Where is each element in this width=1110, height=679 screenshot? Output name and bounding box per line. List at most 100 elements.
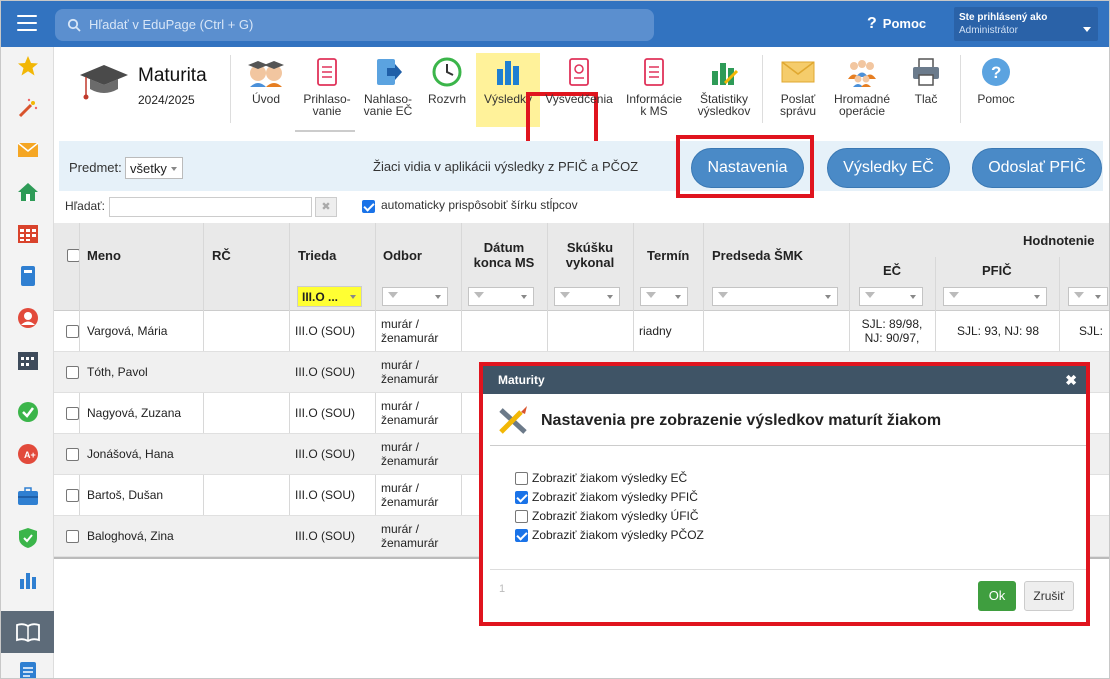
toolbar-label: Hromadné operácie bbox=[833, 92, 891, 118]
toolbar-label: Úvod bbox=[251, 92, 280, 106]
col-rc[interactable]: RČ bbox=[212, 248, 231, 263]
table-row[interactable]: Vargová, Mária III.O (SOU) murár / ženam… bbox=[54, 311, 1109, 352]
col-pfic[interactable]: PFIČ bbox=[982, 263, 1012, 278]
group-icon bbox=[848, 60, 876, 87]
ok-button[interactable]: Ok bbox=[978, 581, 1016, 611]
cell-meno: Bartoš, Dušan bbox=[87, 488, 164, 502]
row-checkbox[interactable] bbox=[66, 489, 79, 502]
module-title: Maturita bbox=[138, 65, 207, 86]
toolbar-statistiky[interactable]: Štatistiky výsledkov bbox=[692, 53, 756, 127]
cancel-button[interactable]: Zrušiť bbox=[1024, 581, 1074, 611]
option-checkbox[interactable] bbox=[515, 472, 528, 485]
magic-wand-icon[interactable] bbox=[17, 97, 39, 119]
toolbar-poslat-spravu[interactable]: Poslať správu bbox=[768, 53, 828, 127]
toolbar-label: Poslať správu bbox=[779, 92, 817, 118]
chevron-down-icon bbox=[1083, 27, 1091, 32]
col-predseda[interactable]: Predseda ŠMK bbox=[712, 248, 803, 263]
timetable-icon[interactable] bbox=[17, 223, 39, 245]
shield-icon[interactable] bbox=[17, 527, 39, 549]
col-trieda[interactable]: Trieda bbox=[298, 248, 336, 263]
odbor-filter[interactable] bbox=[382, 287, 448, 306]
predseda-filter[interactable] bbox=[712, 287, 838, 306]
toolbar-rozvrh[interactable]: Rozvrh bbox=[420, 53, 474, 127]
option-label: Zobraziť žiakom výsledky PČOZ bbox=[532, 528, 704, 542]
toolbar-divider bbox=[230, 55, 231, 123]
cell-ec: SJL: 89/98, NJ: 90/97, bbox=[861, 317, 923, 345]
results-ec-button[interactable]: Výsledky EČ bbox=[827, 148, 950, 188]
col-group-hodnotenie: Hodnotenie bbox=[1023, 233, 1095, 248]
cell-odbor: murár / ženamurár bbox=[381, 317, 439, 345]
ec-filter[interactable] bbox=[859, 287, 923, 306]
dialog-page-number: 1 bbox=[499, 583, 506, 595]
close-icon[interactable]: ✖ bbox=[1065, 372, 1077, 389]
briefcase-icon[interactable] bbox=[17, 485, 39, 507]
col-meno[interactable]: Meno bbox=[87, 248, 121, 263]
col-ec[interactable]: EČ bbox=[883, 263, 901, 278]
sidebar-item-maturita[interactable] bbox=[1, 611, 54, 653]
calendar-icon[interactable] bbox=[17, 349, 39, 371]
option-checkbox[interactable] bbox=[515, 529, 528, 542]
dialog-title: Nastavenia pre zobrazenie výsledkov matu… bbox=[541, 412, 942, 429]
table-search-input[interactable] bbox=[109, 197, 312, 217]
global-search-input[interactable]: Hľadať v EduPage (Ctrl + G) bbox=[55, 9, 654, 41]
option-checkbox[interactable] bbox=[515, 491, 528, 504]
toolbar-prihlasovanie[interactable]: Prihlaso- vanie bbox=[296, 53, 358, 127]
top-bar: Hľadať v EduPage (Ctrl + G) ? Pomoc Ste p… bbox=[1, 1, 1109, 47]
cell-trieda: III.O (SOU) bbox=[295, 447, 355, 461]
book-icon[interactable] bbox=[17, 265, 39, 287]
help-label: Pomoc bbox=[882, 16, 927, 31]
clear-search-button[interactable]: ✖ bbox=[315, 197, 337, 217]
document-icon[interactable] bbox=[17, 661, 39, 679]
datum-filter[interactable] bbox=[468, 287, 534, 306]
dialog-header: Maturity ✖ bbox=[483, 366, 1086, 394]
home-icon[interactable] bbox=[17, 181, 39, 203]
option-label: Zobraziť žiakom výsledky EČ bbox=[532, 471, 688, 485]
checkmark-circle-icon[interactable] bbox=[17, 401, 39, 423]
cell-trieda: III.O (SOU) bbox=[295, 488, 355, 502]
termin-filter[interactable] bbox=[640, 287, 688, 306]
col-skusku-vykonal[interactable]: Skúšku vykonal bbox=[547, 240, 633, 270]
auto-width-checkbox[interactable] bbox=[362, 200, 375, 213]
pfic-filter[interactable] bbox=[943, 287, 1047, 306]
cell-termin: riadny bbox=[639, 324, 672, 338]
send-pfic-button[interactable]: Odoslať PFIČ bbox=[972, 148, 1102, 188]
cell-odbor: murár / ženamurár bbox=[381, 522, 439, 550]
row-checkbox[interactable] bbox=[66, 366, 79, 379]
star-icon[interactable] bbox=[17, 55, 39, 77]
row-checkbox[interactable] bbox=[66, 448, 79, 461]
row-checkbox[interactable] bbox=[66, 325, 79, 338]
subject-select[interactable]: všetky bbox=[125, 157, 183, 179]
col-datum-konca[interactable]: Dátum konca MS bbox=[461, 240, 547, 270]
help-link[interactable]: ? Pomoc bbox=[867, 15, 926, 33]
col-odbor[interactable]: Odbor bbox=[383, 248, 422, 263]
col-termin[interactable]: Termín bbox=[647, 248, 689, 263]
printer-icon bbox=[913, 58, 939, 86]
option-label: Zobraziť žiakom výsledky ÚFIČ bbox=[532, 509, 699, 523]
mail-icon[interactable] bbox=[17, 139, 39, 161]
toolbar-divider bbox=[762, 55, 763, 123]
grades-icon[interactable]: A+ bbox=[17, 443, 39, 465]
user-menu[interactable]: Ste prihlásený ako Administrátor bbox=[954, 7, 1098, 41]
toolbar-pomoc[interactable]: ? Pomoc bbox=[968, 53, 1024, 127]
trieda-filter[interactable]: III.O ... bbox=[297, 286, 362, 307]
toolbar-nahlasovanie-ec[interactable]: Nahlaso- vanie EČ bbox=[360, 53, 416, 127]
row-checkbox[interactable] bbox=[66, 530, 79, 543]
toolbar-uvod[interactable]: Úvod bbox=[239, 53, 293, 127]
row-checkbox[interactable] bbox=[66, 407, 79, 420]
option-checkbox[interactable] bbox=[515, 510, 528, 523]
help-circle-icon: ? bbox=[982, 58, 1010, 86]
skusku-filter[interactable] bbox=[554, 287, 620, 306]
menu-icon[interactable] bbox=[17, 15, 37, 31]
visibility-info: Žiaci vidia v aplikácii výsledky z PFIČ … bbox=[373, 159, 639, 174]
toolbar-tlac[interactable]: Tlač bbox=[900, 53, 952, 127]
toolbar-label: Pomoc bbox=[977, 92, 1015, 106]
bar-chart-icon[interactable] bbox=[17, 569, 39, 591]
ufic-filter[interactable] bbox=[1068, 287, 1108, 306]
toolbar-vysvedcenia[interactable]: Vysvedčenia bbox=[544, 53, 614, 127]
toolbar-hromadne[interactable]: Hromadné operácie bbox=[830, 53, 894, 127]
user-profile-icon[interactable] bbox=[17, 307, 39, 329]
cell-trieda: III.O (SOU) bbox=[295, 365, 355, 379]
toolbar-label: Tlač bbox=[914, 92, 938, 106]
toolbar-informacie-ms[interactable]: Informácie k MS bbox=[622, 53, 686, 127]
module-brand: Maturita 2024/2025 bbox=[78, 57, 238, 127]
